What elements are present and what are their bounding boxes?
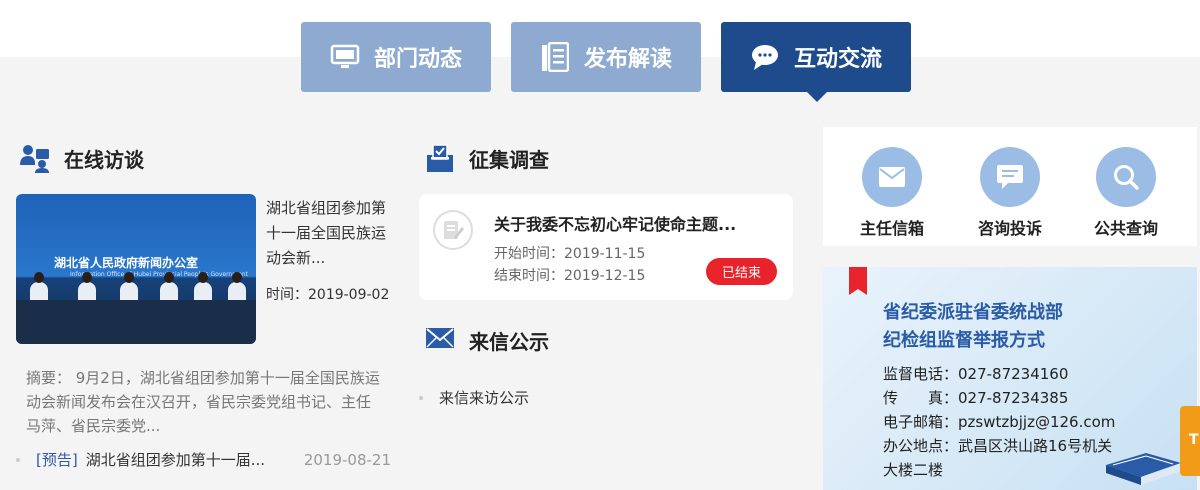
side-float-tab[interactable]: T [1180, 406, 1200, 476]
bullet-dot [16, 457, 20, 462]
survey-heading: 征集调查 [425, 143, 549, 173]
survey-end: 结束时间：2019-12-15 [494, 268, 646, 284]
tab-label: 发布解读 [583, 47, 672, 72]
report-address: 办公地点：武昌区洪山路16号机关 [883, 437, 1113, 455]
tab-release-interpretation[interactable]: 发布解读 [511, 22, 701, 92]
chat-icon [750, 42, 780, 72]
report-title-line1: 省纪委派驻省委统战部 [883, 302, 1063, 323]
report-email: 电子邮箱：pzswtzbjjz@126.com [883, 413, 1116, 431]
survey-start: 开始时间：2019-11-15 [494, 246, 646, 262]
list-item-date: 2019-08-21 [303, 450, 391, 469]
ballot-box-icon [425, 143, 455, 173]
list-item[interactable]: 来信来访公示 [419, 387, 529, 408]
section-title: 征集调查 [469, 147, 549, 172]
envelope-icon [425, 325, 455, 355]
status-badge: 已结束 [706, 258, 777, 285]
services-panel: 主任信箱 咨询投诉 公共查询 [823, 127, 1197, 246]
message-icon [980, 147, 1040, 207]
preview-tag: [预告] [36, 451, 78, 469]
interview-time: 时间：2019-09-02 [266, 287, 390, 303]
interview-abstract: 摘要： 9月2日，湖北省组团参加第十一届全国民族运动会新闻发布会在汉召开，省民宗… [26, 369, 380, 435]
letters-heading: 来信公示 [425, 325, 549, 355]
photo-banner-text: 湖北省人民政府新闻办公室 [54, 256, 199, 270]
director-mailbox-button[interactable]: 主任信箱 [847, 147, 937, 239]
list-item[interactable]: [预告] 湖北省组团参加第十一届... 2019-08-21 [16, 449, 391, 470]
consult-complaint-button[interactable]: 咨询投诉 [965, 147, 1055, 239]
service-label: 咨询投诉 [977, 219, 1042, 238]
document-icon [540, 42, 570, 72]
people-icon [20, 143, 50, 173]
public-query-button[interactable]: 公共查询 [1081, 147, 1171, 239]
search-icon [1096, 147, 1156, 207]
photo-banner-en: Information Office of Hubei Provincial P… [70, 271, 248, 278]
tab-department-news[interactable]: 部门动态 [301, 22, 491, 92]
service-label: 公共查询 [1093, 219, 1158, 238]
report-address-cont: 大楼二楼 [883, 461, 944, 479]
interview-heading: 在线访谈 [20, 143, 144, 173]
report-fax: 传 真：027-87234385 [883, 389, 1069, 407]
report-info-card[interactable]: 省纪委派驻省委统战部 纪检组监督举报方式 监督电话：027-87234160 传… [823, 267, 1197, 490]
section-title: 在线访谈 [64, 147, 144, 172]
edit-document-icon [433, 210, 473, 250]
monitor-icon [330, 42, 360, 72]
letter-link[interactable]: 来信来访公示 [439, 387, 529, 408]
conference-table [16, 300, 256, 344]
mail-icon [862, 147, 922, 207]
book-icon [1101, 435, 1186, 490]
interview-photo[interactable]: 湖北省人民政府新闻办公室 Information Office of Hubei… [16, 194, 256, 344]
tab-interaction[interactable]: 互动交流 [721, 22, 911, 102]
list-item-title[interactable]: 湖北省组团参加第十一届... [86, 449, 278, 470]
report-title: 省纪委派驻省委统战部 纪检组监督举报方式 [883, 299, 1063, 355]
service-label: 主任信箱 [859, 219, 924, 238]
survey-card[interactable]: 关于我委不忘初心牢记使命主题... 开始时间：2019-11-15 结束时间：2… [419, 194, 793, 300]
section-title: 来信公示 [469, 329, 549, 354]
survey-title[interactable]: 关于我委不忘初心牢记使命主题... [494, 211, 736, 235]
bullet-dot [419, 395, 423, 400]
bookmark-ribbon [849, 267, 867, 295]
report-details: 监督电话：027-87234160 传 真：027-87234385 电子邮箱：… [883, 362, 1115, 482]
interview-title-link[interactable]: 湖北省组团参加第十一届全国民族运动会新... [266, 196, 386, 271]
tab-label: 互动交流 [793, 47, 882, 72]
report-phone: 监督电话：027-87234160 [883, 365, 1069, 383]
tab-label: 部门动态 [373, 47, 462, 72]
report-title-line2: 纪检组监督举报方式 [883, 330, 1045, 351]
